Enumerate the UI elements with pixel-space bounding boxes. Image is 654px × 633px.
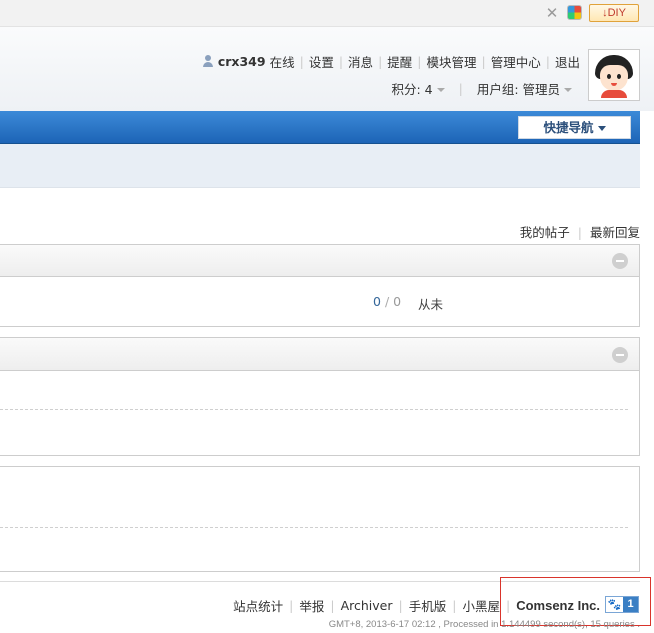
server-info: GMT+8, 2013-6-17 02:12 , Processed in 1.… xyxy=(328,619,640,630)
last-post: 从未 xyxy=(418,297,444,312)
sub-nav-bar xyxy=(0,144,640,188)
forum-panel-body: 0/0 从未 xyxy=(0,277,640,327)
site-stats-link[interactable]: 站点统计 xyxy=(233,596,283,615)
quick-nav-button[interactable]: 快捷导航 xyxy=(518,116,631,139)
forum-panel-header xyxy=(0,244,640,277)
forum-panel-body-2 xyxy=(0,371,640,456)
forum-panel-header-2 xyxy=(0,337,640,371)
logout-link[interactable]: 退出 xyxy=(555,52,580,71)
avatar[interactable] xyxy=(588,49,640,101)
messages-link[interactable]: 消息 xyxy=(348,52,373,71)
main-nav-bar: 快捷导航 xyxy=(0,111,640,144)
chevron-down-icon xyxy=(436,88,445,92)
caret-down-icon xyxy=(597,126,606,131)
archiver-link[interactable]: Archiver xyxy=(341,598,393,613)
site-header: crx349 在线 | 设置 | 消息 | 提醒 | 模块管理 | 管理中心 |… xyxy=(0,27,654,111)
user-links-row: crx349 在线 | 设置 | 消息 | 提醒 | 模块管理 | 管理中心 |… xyxy=(202,52,580,70)
online-status: 在线 xyxy=(269,54,295,70)
report-link[interactable]: 举报 xyxy=(299,596,324,615)
post-links: 我的帖子 | 最新回复 xyxy=(519,225,640,240)
forum-panel-3 xyxy=(0,466,640,572)
points-dropdown[interactable]: 积分: 4 xyxy=(391,79,445,98)
module-manage-link[interactable]: 模块管理 xyxy=(427,52,477,71)
divider xyxy=(0,409,628,410)
chevron-down-icon xyxy=(564,88,572,92)
fullscreen-icon[interactable]: ✕ xyxy=(544,5,560,21)
avatar-image xyxy=(591,52,637,98)
user-icon xyxy=(202,55,214,67)
usergroup-dropdown[interactable]: 用户组: 管理员 xyxy=(477,79,572,98)
thread-post-counts: 0/0 xyxy=(373,294,402,309)
my-posts-link[interactable]: 我的帖子 xyxy=(520,225,570,240)
blackroom-link[interactable]: 小黑屋 xyxy=(462,596,500,615)
top-toolbar: ✕ ↓DIY xyxy=(0,0,654,27)
settings-link[interactable]: 设置 xyxy=(309,52,334,71)
mobile-link[interactable]: 手机版 xyxy=(409,596,447,615)
color-palette-icon[interactable] xyxy=(567,5,582,20)
admin-center-link[interactable]: 管理中心 xyxy=(491,52,541,71)
reminders-link[interactable]: 提醒 xyxy=(387,52,412,71)
collapse-icon[interactable] xyxy=(612,253,628,269)
diy-button[interactable]: ↓DIY xyxy=(589,4,639,22)
user-stats-row: 积分: 4 | 用户组: 管理员 xyxy=(391,79,572,97)
latest-reply-link[interactable]: 最新回复 xyxy=(590,225,640,240)
username-link[interactable]: crx349 xyxy=(218,54,266,69)
divider xyxy=(0,527,628,528)
collapse-icon[interactable] xyxy=(612,347,628,363)
